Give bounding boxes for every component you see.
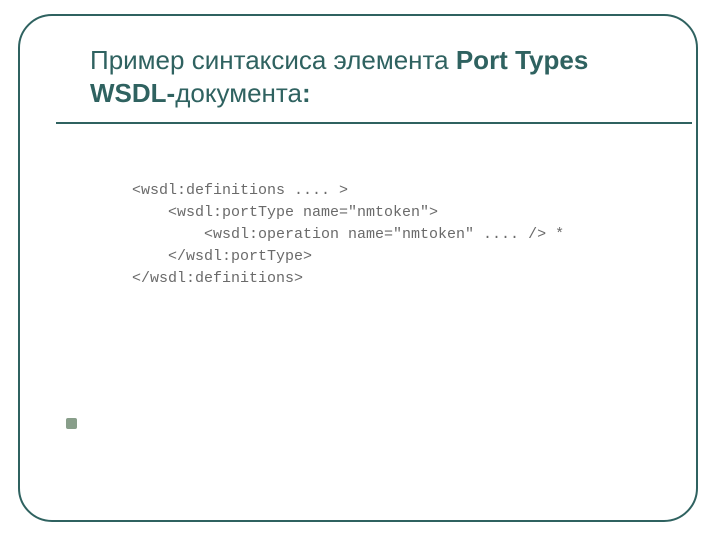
code-line-4: </wsdl:portType>: [132, 248, 312, 265]
slide-frame: Пример синтаксиса элемента Port Types WS…: [18, 14, 698, 522]
slide-title: Пример синтаксиса элемента Port Types WS…: [90, 44, 670, 109]
code-line-1: <wsdl:definitions .... >: [132, 182, 348, 199]
title-colon: :: [302, 78, 311, 108]
code-example: <wsdl:definitions .... > <wsdl:portType …: [132, 180, 564, 290]
title-prefix: Пример синтаксиса элемента: [90, 45, 456, 75]
code-line-5: </wsdl:definitions>: [132, 270, 303, 287]
code-line-2: <wsdl:portType name="nmtoken">: [132, 204, 438, 221]
code-line-3: <wsdl:operation name="nmtoken" .... /> *: [132, 226, 564, 243]
title-suffix: документа: [175, 78, 302, 108]
bullet-icon: [66, 418, 77, 429]
title-underline: [56, 122, 692, 124]
